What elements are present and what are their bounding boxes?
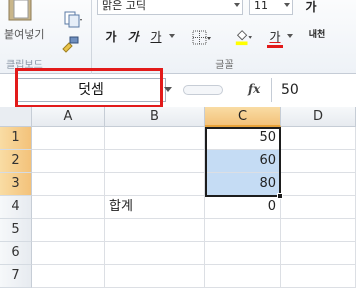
cell-b5[interactable] xyxy=(105,219,205,242)
cell-c5[interactable] xyxy=(205,219,281,242)
cell-d6[interactable] xyxy=(281,242,356,265)
italic-button[interactable]: 가 xyxy=(125,28,141,46)
bold-button[interactable]: 가 xyxy=(103,28,119,46)
font-size-select[interactable]: 11 xyxy=(249,0,293,15)
cell-b3[interactable] xyxy=(105,173,205,196)
clipboard-group: 붙여넣기 클립보드 xyxy=(0,0,92,74)
chevron-down-icon xyxy=(284,3,290,7)
row-header-7[interactable]: 7 xyxy=(0,265,32,288)
cell-b7[interactable] xyxy=(105,265,205,288)
cell-a7[interactable] xyxy=(32,265,105,288)
font-name-value: 맑은 고딕 xyxy=(102,0,146,12)
name-box-highlight xyxy=(15,68,163,108)
row-header-3[interactable]: 3 xyxy=(0,173,32,196)
borders-icon[interactable] xyxy=(191,29,211,47)
row-header-5[interactable]: 5 xyxy=(0,219,32,242)
font-name-select[interactable]: 맑은 고딕 xyxy=(97,0,243,15)
cell-a1[interactable] xyxy=(32,127,105,150)
ribbon: 붙여넣기 클립보드 맑은 고딕 11 가 가 가 가 가 내천 글꼴 xyxy=(0,0,356,74)
grow-font-button[interactable]: 가 xyxy=(303,0,319,16)
copy-icon[interactable] xyxy=(62,10,82,28)
column-header-c[interactable]: C xyxy=(205,107,281,127)
cell-d1[interactable] xyxy=(281,127,356,150)
cell-d5[interactable] xyxy=(281,219,356,242)
insert-function-icon[interactable]: fx xyxy=(248,82,260,96)
chevron-down-icon[interactable] xyxy=(287,34,293,38)
formula-bar-splitter[interactable] xyxy=(183,85,223,95)
font-color-swatch xyxy=(267,45,283,48)
fill-color-icon[interactable] xyxy=(233,28,253,46)
cell-c2[interactable]: 60 xyxy=(205,150,281,173)
worksheet-grid[interactable]: A B C D 1 2 3 4 5 6 7 50 60 80 합계 0 xyxy=(0,107,356,288)
cell-c6[interactable] xyxy=(205,242,281,265)
fill-handle[interactable] xyxy=(277,193,283,199)
font-group: 맑은 고딕 11 가 가 가 가 가 내천 글꼴 xyxy=(93,0,356,74)
cell-a4[interactable] xyxy=(32,196,105,219)
cell-b4[interactable]: 합계 xyxy=(105,196,205,219)
cell-b2[interactable] xyxy=(105,150,205,173)
cell-a6[interactable] xyxy=(32,242,105,265)
column-header-d[interactable]: D xyxy=(281,107,356,127)
cell-d3[interactable] xyxy=(281,173,356,196)
formula-input[interactable]: 50 xyxy=(271,78,356,102)
row-header-2[interactable]: 2 xyxy=(0,150,32,173)
paste-button-label[interactable]: 붙여넣기 xyxy=(4,26,44,42)
cell-a2[interactable] xyxy=(32,150,105,173)
cell-d2[interactable] xyxy=(281,150,356,173)
row-header-6[interactable]: 6 xyxy=(0,242,32,265)
font-color-button[interactable]: 가 xyxy=(267,28,283,46)
chevron-down-icon[interactable] xyxy=(164,87,172,92)
format-painter-icon[interactable] xyxy=(60,35,80,53)
cell-c3[interactable]: 80 xyxy=(205,173,281,196)
cell-c7[interactable] xyxy=(205,265,281,288)
underline-button[interactable]: 가 xyxy=(148,28,164,46)
font-size-value: 11 xyxy=(254,0,268,12)
select-all-corner[interactable] xyxy=(0,107,32,127)
paste-icon[interactable] xyxy=(6,0,40,22)
chevron-down-icon xyxy=(234,3,240,7)
row-header-4[interactable]: 4 xyxy=(0,196,32,219)
cell-c1[interactable]: 50 xyxy=(205,127,281,150)
chevron-down-icon[interactable] xyxy=(169,34,175,38)
cell-b1[interactable] xyxy=(105,127,205,150)
phonetic-guide-button[interactable]: 내천 xyxy=(305,27,329,45)
column-header-b[interactable]: B xyxy=(105,107,205,127)
cell-a3[interactable] xyxy=(32,173,105,196)
cell-c4[interactable]: 0 xyxy=(205,196,281,219)
row-header-1[interactable]: 1 xyxy=(0,127,32,150)
cell-b6[interactable] xyxy=(105,242,205,265)
column-header-a[interactable]: A xyxy=(32,107,105,127)
cell-d7[interactable] xyxy=(281,265,356,288)
cell-a5[interactable] xyxy=(32,219,105,242)
cell-d4[interactable] xyxy=(281,196,356,219)
